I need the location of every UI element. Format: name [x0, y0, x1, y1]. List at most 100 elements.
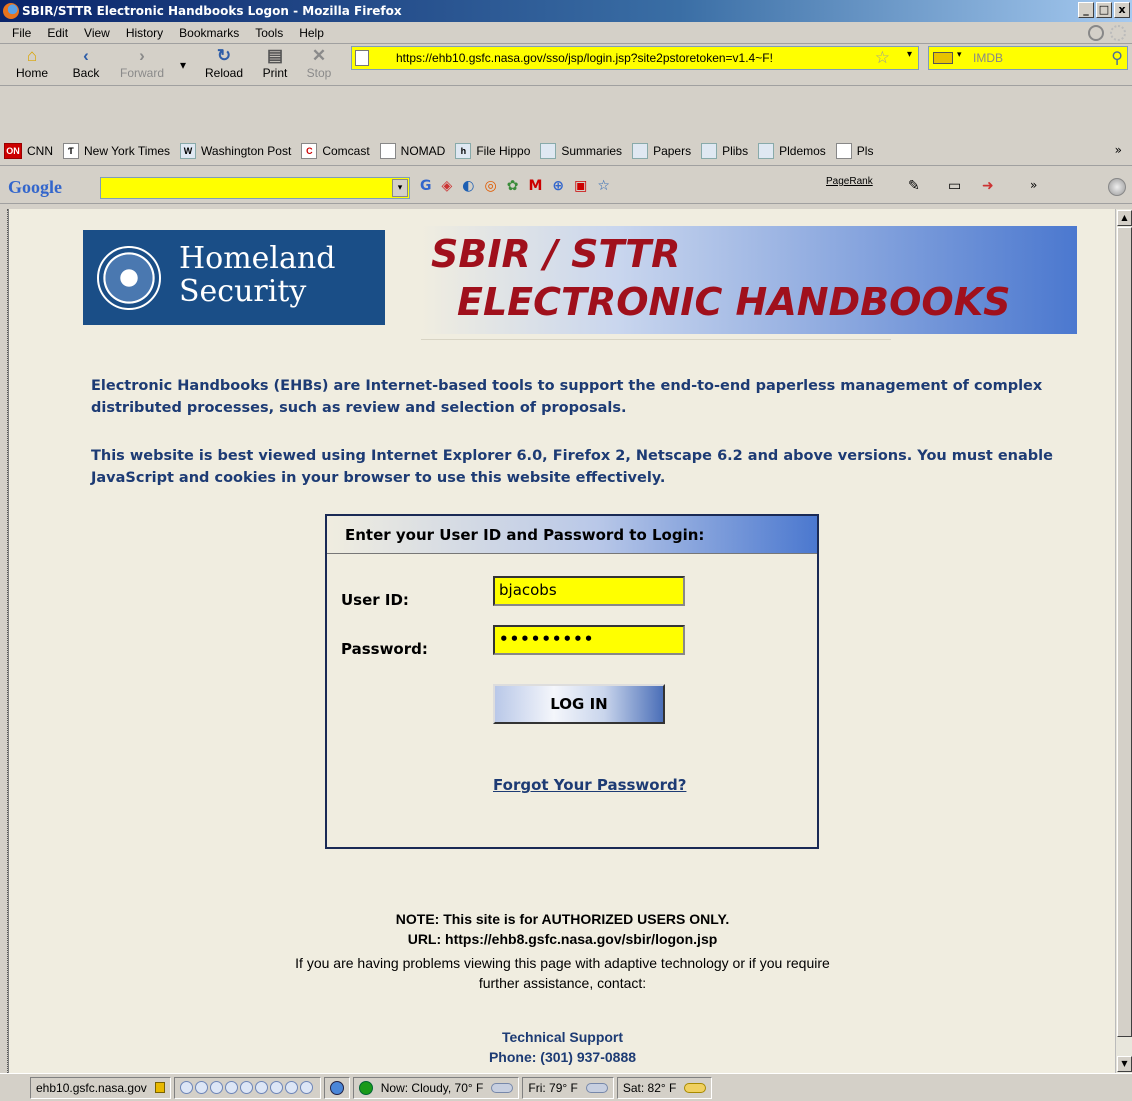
search-input[interactable]: IMDB — [973, 51, 1003, 65]
google-search-dropdown-icon[interactable]: ▾ — [392, 179, 408, 197]
media-pause-icon[interactable] — [209, 1081, 223, 1094]
back-button[interactable]: ‹ Back — [66, 46, 106, 84]
weather-friday[interactable]: Fri: 79° F — [522, 1076, 614, 1099]
menu-edit[interactable]: Edit — [39, 26, 76, 40]
user-id-input[interactable]: bjacobs — [493, 576, 685, 606]
bookmark-cnn[interactable]: ON CNN — [4, 142, 53, 159]
bookmark-label: Papers — [653, 143, 692, 158]
weather-now[interactable]: Now: Cloudy, 70° F — [352, 1076, 520, 1099]
forgot-password-link[interactable]: Forgot Your Password? — [493, 776, 686, 794]
rain-cloud-icon — [585, 1082, 608, 1093]
pagerank-indicator[interactable]: PageRank — [826, 176, 873, 187]
browser-window: SBIR/STTR Electronic Handbooks Logon - M… — [0, 0, 1132, 1101]
bookmark-nomad[interactable]: NOMAD — [379, 142, 445, 159]
minimize-button[interactable]: _ — [1078, 2, 1094, 18]
bookmark-pls[interactable]: Pls — [835, 142, 873, 159]
picasa-icon[interactable]: ◎ — [485, 178, 497, 194]
bookmark-washington-post[interactable]: W Washington Post — [180, 142, 292, 159]
bookmarks-overflow-icon[interactable]: » — [1115, 143, 1122, 157]
media-prev-icon[interactable] — [179, 1081, 193, 1094]
status-indicator-icon[interactable] — [1088, 25, 1104, 41]
sidebar-splitter[interactable] — [0, 209, 8, 1073]
maps-icon[interactable]: ⊕ — [552, 178, 564, 194]
home-button[interactable]: ⌂ Home — [16, 46, 48, 84]
menu-view[interactable]: View — [76, 26, 118, 40]
bookmark-label: Washington Post — [201, 143, 292, 158]
search-icon[interactable]: ⚲ — [1111, 48, 1123, 67]
password-input[interactable]: ••••••••• — [493, 625, 685, 655]
firefox-icon — [3, 3, 19, 19]
bookmark-file-hippo[interactable]: h File Hippo — [455, 142, 530, 159]
maximize-button[interactable]: □ — [1096, 2, 1112, 18]
gmail-icon[interactable]: M — [528, 178, 542, 194]
media-shuffle-icon[interactable] — [269, 1081, 283, 1094]
scroll-up-arrow-icon[interactable]: ▲ — [1117, 210, 1132, 226]
login-button[interactable]: LOG IN — [493, 684, 665, 724]
menu-help[interactable]: Help — [291, 26, 332, 40]
history-dropdown-icon[interactable]: ▾ — [178, 58, 188, 96]
popup-blocker-icon[interactable]: ◈ — [442, 178, 453, 194]
lock-icon[interactable] — [154, 1082, 165, 1093]
url-text[interactable]: https://ehb10.gsfc.nasa.gov/sso/jsp/logi… — [396, 51, 866, 65]
url-dropdown-icon[interactable]: ▾ — [907, 49, 912, 60]
scroll-thumb[interactable] — [1117, 227, 1132, 1037]
menu-history[interactable]: History — [118, 26, 171, 40]
divider — [421, 339, 891, 340]
spellcheck-icon[interactable]: ✎ — [908, 178, 920, 194]
title-bar: SBIR/STTR Electronic Handbooks Logon - M… — [0, 0, 1132, 22]
google-toolbar-buttons: G ◈ ◐ ◎ ✿ M ⊕ ▣ ☆ — [420, 178, 610, 194]
media-repeat-icon[interactable] — [284, 1081, 298, 1094]
bookmark-new-york-times[interactable]: Ƭ New York Times — [63, 142, 171, 159]
google-overflow-icon[interactable]: » — [1030, 178, 1037, 192]
weather-now-text: Now: Cloudy, 70° F — [380, 1080, 484, 1095]
bookmark-label: New York Times — [84, 143, 171, 158]
google-search-input[interactable]: ▾ — [100, 177, 410, 199]
bookmark-comcast[interactable]: C Comcast — [301, 142, 370, 159]
print-label: Print — [262, 66, 288, 80]
close-button[interactable]: x — [1114, 2, 1130, 18]
google-logo[interactable]: Google — [8, 177, 62, 198]
dhs-logo-text: Homeland Security — [179, 241, 336, 309]
media-next-icon[interactable] — [239, 1081, 253, 1094]
bookmark-star-icon[interactable]: ☆ — [875, 48, 890, 68]
forward-button[interactable]: › Forward — [112, 46, 172, 84]
bookmark-papers[interactable]: Papers — [632, 142, 692, 159]
imdb-engine-icon[interactable] — [933, 52, 953, 64]
send-to-icon[interactable]: ➜ — [982, 178, 994, 194]
print-button[interactable]: ▤ Print — [258, 46, 292, 84]
globe-icon[interactable]: ◐ — [462, 178, 474, 194]
stop-button[interactable]: ✕ Stop — [302, 46, 336, 84]
dhs-logo: Homeland Security — [83, 230, 385, 325]
window-controls: _ □ x — [1078, 2, 1130, 18]
nyt-icon: Ƭ — [63, 142, 79, 159]
media-stop-icon[interactable] — [224, 1081, 238, 1094]
menu-bookmarks[interactable]: Bookmarks — [171, 26, 247, 40]
weather-saturday[interactable]: Sat: 82° F — [616, 1076, 713, 1099]
autofill-icon[interactable]: ▭ — [948, 178, 961, 194]
media-volume-icon[interactable] — [299, 1081, 313, 1094]
technical-support-title: Technical Support — [501, 1029, 624, 1045]
bookmark-pldemos[interactable]: Pldemos — [758, 142, 826, 159]
bookmark-summaries[interactable]: Summaries — [540, 142, 622, 159]
menu-file[interactable]: File — [4, 26, 39, 40]
reload-button[interactable]: ↻ Reload — [198, 46, 250, 84]
media-play-icon[interactable] — [194, 1081, 208, 1094]
address-bar[interactable]: https://ehb10.gsfc.nasa.gov/sso/jsp/logi… — [351, 46, 919, 70]
media-eject-icon[interactable] — [254, 1081, 268, 1094]
status-domain[interactable]: ehb10.gsfc.nasa.gov — [30, 1076, 171, 1099]
extension-icon[interactable]: ✿ — [507, 178, 519, 194]
addon-button[interactable] — [323, 1076, 350, 1099]
google-search-icon[interactable]: G — [420, 178, 432, 194]
youtube-icon[interactable]: ▣ — [574, 178, 587, 194]
bookmark-plibs[interactable]: Plibs — [701, 142, 748, 159]
vertical-scrollbar[interactable]: ▲ ▼ — [1115, 209, 1132, 1073]
menu-tools[interactable]: Tools — [247, 26, 291, 40]
search-bar[interactable]: ▾ IMDB ⚲ — [928, 46, 1128, 70]
bookmark-star-icon[interactable]: ☆ — [597, 178, 610, 194]
scroll-down-arrow-icon[interactable]: ▼ — [1117, 1056, 1132, 1072]
home-icon: ⌂ — [26, 46, 38, 65]
status-bar: ehb10.gsfc.nasa.gov Now: Cloudy, 70° F F… — [0, 1073, 1132, 1101]
hippo-icon: h — [455, 142, 472, 159]
google-settings-icon[interactable] — [1108, 178, 1126, 196]
engine-dropdown-icon[interactable]: ▾ — [957, 50, 962, 60]
